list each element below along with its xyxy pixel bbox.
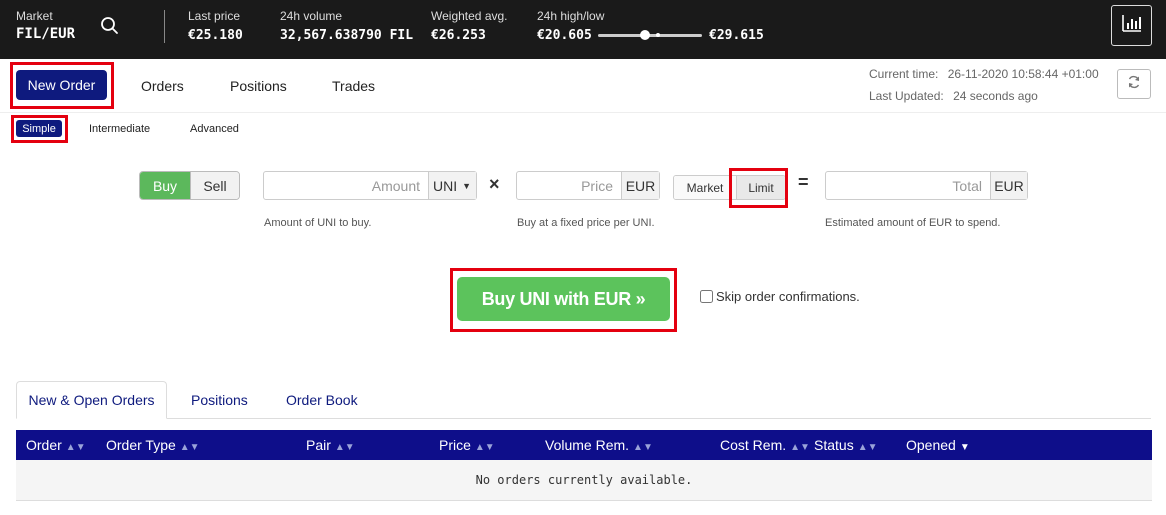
- last-updated-value: 24 seconds ago: [953, 89, 1038, 103]
- divider: [0, 112, 1166, 113]
- sort-desc-icon: ▼: [959, 442, 970, 453]
- market-top-bar: Market FIL/EUR Last price €25.180 24h vo…: [0, 0, 1166, 59]
- high-low-range-bar: [598, 30, 702, 40]
- sort-icon: ▲▼: [179, 442, 200, 453]
- total-currency: EUR: [990, 172, 1027, 199]
- new-order-tab[interactable]: New Order: [16, 70, 107, 100]
- sort-icon: ▲▼: [65, 442, 86, 453]
- skip-confirmations-checkbox[interactable]: [700, 290, 713, 303]
- subtab-advanced[interactable]: Advanced: [190, 123, 239, 135]
- refresh-button[interactable]: [1117, 69, 1151, 99]
- buy-sell-toggle: Buy Sell: [139, 171, 240, 200]
- sell-button[interactable]: Sell: [190, 172, 239, 199]
- refresh-icon: [1127, 75, 1141, 94]
- column-opened[interactable]: Opened ▼: [906, 437, 970, 453]
- tab-order-book[interactable]: Order Book: [286, 392, 358, 408]
- price-input[interactable]: [517, 172, 621, 199]
- tab-orders[interactable]: Orders: [141, 78, 184, 94]
- highlight-box: [729, 168, 788, 208]
- empty-message: No orders currently available.: [475, 473, 693, 487]
- weighted-avg-value: €26.253: [431, 28, 486, 43]
- caret-down-icon: ▼: [462, 180, 472, 191]
- submit-order-button[interactable]: Buy UNI with EUR »: [457, 277, 670, 321]
- orders-empty-row: No orders currently available.: [16, 460, 1152, 501]
- amount-currency-value: UNI: [433, 177, 458, 194]
- subtab-intermediate[interactable]: Intermediate: [89, 123, 150, 135]
- total-input[interactable]: [826, 172, 990, 199]
- column-cost-rem[interactable]: Cost Rem. ▲▼: [720, 437, 810, 453]
- amount-help: Amount of UNI to buy.: [264, 217, 372, 229]
- range-knob: [639, 30, 650, 40]
- last-price-value: €25.180: [188, 28, 243, 43]
- tab-open-orders[interactable]: New & Open Orders: [16, 381, 167, 419]
- buy-button[interactable]: Buy: [140, 172, 190, 199]
- price-currency: EUR: [621, 172, 659, 199]
- total-help: Estimated amount of EUR to spend.: [825, 217, 1001, 229]
- last-updated-label: Last Updated:: [869, 89, 944, 103]
- times-icon: ×: [489, 174, 500, 194]
- volume-value: 32,567.638790 FIL: [280, 28, 414, 43]
- amount-field: UNI ▼: [263, 171, 477, 200]
- last-updated: Last Updated: 24 seconds ago: [869, 89, 1038, 103]
- sort-icon: ▲▼: [633, 442, 653, 453]
- column-order-type[interactable]: Order Type ▲▼: [106, 437, 200, 453]
- current-time: Current time: 26-11-2020 10:58:44 +01:00: [869, 67, 1099, 81]
- market-pair[interactable]: FIL/EUR: [16, 26, 75, 42]
- sort-icon: ▲▼: [790, 442, 810, 453]
- skip-confirmations-label: Skip order confirmations.: [716, 289, 860, 304]
- current-time-label: Current time:: [869, 67, 939, 81]
- tab-bottom-positions[interactable]: Positions: [191, 392, 248, 408]
- divider: [164, 10, 165, 43]
- sort-icon: ▲▼: [857, 442, 878, 453]
- range-dot: [656, 33, 660, 37]
- column-volume-rem[interactable]: Volume Rem. ▲▼: [545, 437, 653, 453]
- weighted-avg-label: Weighted avg.: [431, 9, 508, 23]
- amount-input[interactable]: [264, 172, 428, 199]
- divider: [16, 418, 1151, 419]
- search-icon[interactable]: [99, 15, 121, 37]
- amount-currency-select[interactable]: UNI ▼: [428, 172, 476, 199]
- tab-positions[interactable]: Positions: [230, 78, 287, 94]
- column-status[interactable]: Status ▲▼: [814, 437, 878, 453]
- sort-icon: ▲▼: [474, 442, 495, 453]
- equals-icon: =: [798, 172, 809, 192]
- subtab-simple[interactable]: Simple: [16, 120, 62, 137]
- high-value: €29.615: [709, 28, 764, 43]
- market-type-button[interactable]: Market: [674, 176, 736, 199]
- column-order[interactable]: Order ▲▼: [26, 437, 86, 453]
- orders-table-header: Order ▲▼ Order Type ▲▼ Pair ▲▼ Price ▲▼ Volu…: [16, 430, 1152, 460]
- price-field: EUR: [516, 171, 660, 200]
- low-value: €20.605: [537, 28, 592, 43]
- last-price-label: Last price: [188, 9, 241, 23]
- chart-toggle-button[interactable]: [1111, 5, 1152, 46]
- skip-confirmations: Skip order confirmations.: [700, 289, 860, 304]
- price-help: Buy at a fixed price per UNI.: [517, 217, 655, 229]
- bar-chart-icon: [1121, 14, 1142, 37]
- total-field: EUR: [825, 171, 1028, 200]
- column-pair[interactable]: Pair ▲▼: [306, 437, 355, 453]
- current-time-value: 26-11-2020 10:58:44 +01:00: [947, 67, 1099, 81]
- column-price[interactable]: Price ▲▼: [439, 437, 495, 453]
- sort-icon: ▲▼: [334, 442, 355, 453]
- market-label: Market: [16, 9, 53, 23]
- tab-trades[interactable]: Trades: [332, 78, 375, 94]
- volume-label: 24h volume: [280, 9, 343, 23]
- high-low-label: 24h high/low: [537, 9, 605, 23]
